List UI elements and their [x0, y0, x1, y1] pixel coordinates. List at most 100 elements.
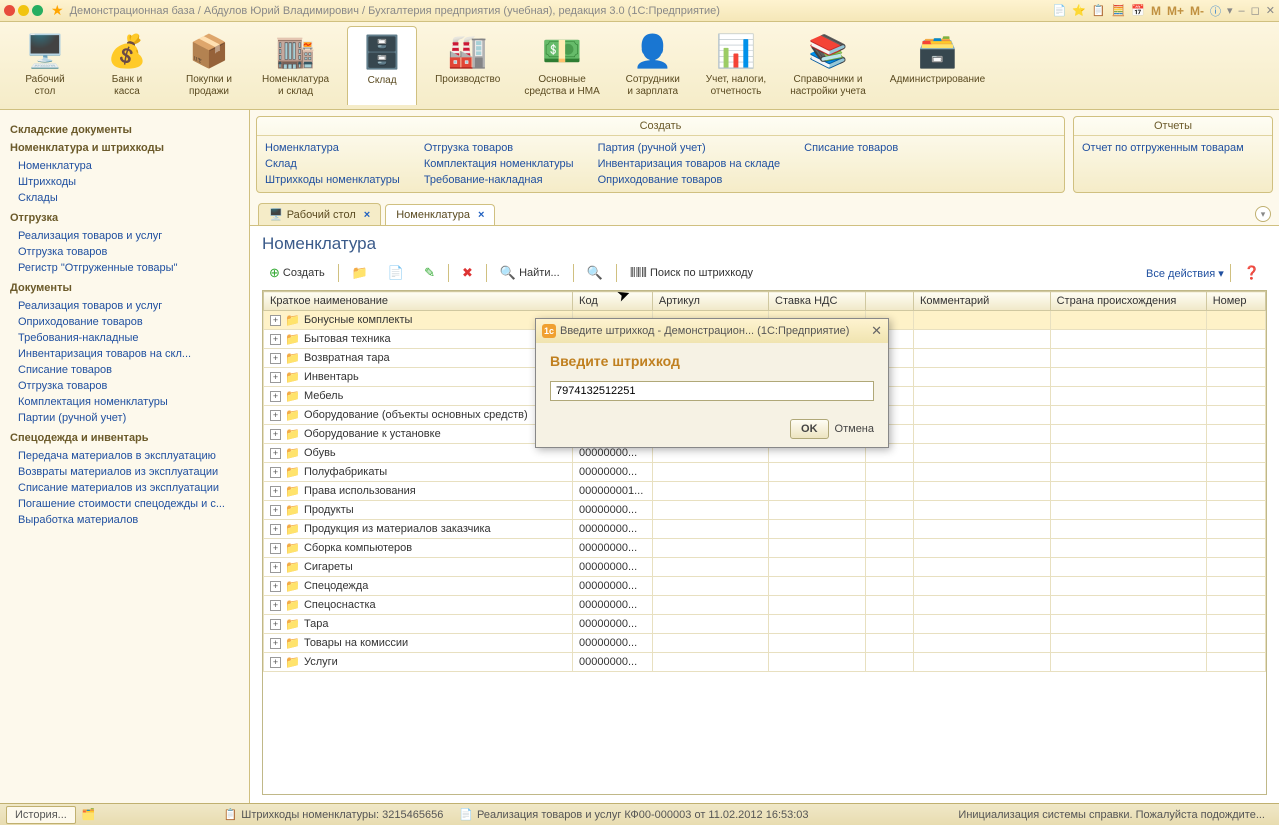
- toolbar-Учет, налоги,[interactable]: 📊Учет, налоги,отчетность: [700, 26, 772, 105]
- history-button[interactable]: История...: [6, 806, 76, 824]
- column-header[interactable]: Краткое наименование: [264, 292, 573, 311]
- table-row[interactable]: +📁Полуфабрикаты00000000...: [264, 463, 1266, 482]
- edit-button[interactable]: ✎: [417, 262, 442, 284]
- create-button[interactable]: ⊕Создать: [262, 262, 332, 284]
- copy-button[interactable]: 📄: [381, 262, 411, 284]
- delete-button[interactable]: ✖: [455, 262, 480, 284]
- sidebar-item[interactable]: Реализация товаров и услуг: [10, 228, 239, 244]
- mem-m[interactable]: M: [1151, 4, 1161, 18]
- expand-icon[interactable]: +: [270, 581, 281, 592]
- table-row[interactable]: +📁Сборка компьютеров00000000...: [264, 539, 1266, 558]
- toolbar-Основные[interactable]: 💵Основныесредства и НМА: [518, 26, 605, 105]
- table-row[interactable]: +📁Продукция из материалов заказчика00000…: [264, 520, 1266, 539]
- sidebar-group-title[interactable]: Номенклатура и штрихкоды: [10, 142, 239, 154]
- create-link[interactable]: Комплектация номенклатуры: [424, 156, 574, 172]
- tool-icon[interactable]: ⭐: [1072, 4, 1086, 17]
- expand-icon[interactable]: +: [270, 372, 281, 383]
- create-link[interactable]: Номенклатура: [265, 140, 400, 156]
- toolbar-Справочники и[interactable]: 📚Справочники инастройки учета: [784, 26, 872, 105]
- sidebar-item[interactable]: Выработка материалов: [10, 512, 239, 528]
- sidebar-item[interactable]: Регистр "Отгруженные товары": [10, 260, 239, 276]
- dialog-titlebar[interactable]: 1c Введите штрихкод - Демонстрацион... (…: [536, 319, 888, 343]
- table-row[interactable]: +📁Права использования000000001...: [264, 482, 1266, 501]
- barcode-search-button[interactable]: ⦀⦀⦀Поиск по штрихкоду: [623, 262, 760, 284]
- column-header[interactable]: Код: [573, 292, 653, 311]
- tab-close-icon[interactable]: ×: [478, 209, 484, 221]
- toolbar-Сотрудники[interactable]: 👤Сотрудникии зарплата: [618, 26, 688, 105]
- create-link[interactable]: Партия (ручной учет): [598, 140, 781, 156]
- expand-icon[interactable]: +: [270, 448, 281, 459]
- toolbar-Администрирование[interactable]: 🗃️Администрирование: [884, 26, 991, 105]
- expand-icon[interactable]: +: [270, 467, 281, 478]
- sidebar-item[interactable]: Отгрузка товаров: [10, 378, 239, 394]
- expand-icon[interactable]: +: [270, 315, 281, 326]
- create-link[interactable]: Отгрузка товаров: [424, 140, 574, 156]
- table-row[interactable]: +📁Тара00000000...: [264, 615, 1266, 634]
- table-row[interactable]: +📁Продукты00000000...: [264, 501, 1266, 520]
- toolbar-Банк и[interactable]: 💰Банк икасса: [92, 26, 162, 105]
- sidebar-group-title[interactable]: Отгрузка: [10, 212, 239, 224]
- help-button[interactable]: ❓: [1237, 262, 1267, 284]
- status-item[interactable]: 📄Реализация товаров и услуг КФ00-000003 …: [459, 808, 808, 821]
- toolbar-Рабочий[interactable]: 🖥️Рабочийстол: [10, 26, 80, 105]
- sidebar-item[interactable]: Штрихкоды: [10, 174, 239, 190]
- sidebar-item[interactable]: Номенклатура: [10, 158, 239, 174]
- expand-icon[interactable]: +: [270, 429, 281, 440]
- sidebar-group-title[interactable]: Складские документы: [10, 124, 239, 136]
- tab-close-icon[interactable]: ×: [364, 209, 370, 221]
- create-link[interactable]: Оприходование товаров: [598, 172, 781, 188]
- create-link[interactable]: Списание товаров: [804, 140, 898, 156]
- column-header[interactable]: Комментарий: [913, 292, 1050, 311]
- status-item[interactable]: 📋Штрихкоды номенклатуры: 3215465656: [224, 808, 444, 821]
- expand-icon[interactable]: +: [270, 543, 281, 554]
- report-link[interactable]: Отчет по отгруженным товарам: [1082, 140, 1244, 156]
- sidebar-item[interactable]: Отгрузка товаров: [10, 244, 239, 260]
- tabs-menu-icon[interactable]: ▾: [1255, 206, 1271, 222]
- table-row[interactable]: +📁Спецоснастка00000000...: [264, 596, 1266, 615]
- tab[interactable]: Номенклатура×: [385, 204, 495, 225]
- sidebar-item[interactable]: Списание товаров: [10, 362, 239, 378]
- sb-icon[interactable]: 🗂️: [82, 808, 96, 821]
- maximize-window-icon[interactable]: [32, 5, 43, 16]
- expand-icon[interactable]: +: [270, 505, 281, 516]
- cancel-button[interactable]: Отмена: [835, 423, 874, 435]
- calc-icon[interactable]: 🧮: [1112, 4, 1126, 17]
- sidebar-item[interactable]: Реализация товаров и услуг: [10, 298, 239, 314]
- expand-icon[interactable]: +: [270, 562, 281, 573]
- sidebar-item[interactable]: Оприходование товаров: [10, 314, 239, 330]
- maximize-icon[interactable]: ◻: [1251, 4, 1260, 17]
- column-header[interactable]: Ставка НДС: [769, 292, 866, 311]
- toolbar-Производство[interactable]: 🏭Производство: [429, 26, 506, 105]
- close-window-icon[interactable]: [4, 5, 15, 16]
- tool-icon[interactable]: 📄: [1052, 4, 1066, 17]
- sidebar-group-title[interactable]: Документы: [10, 282, 239, 294]
- toolbar-Склад[interactable]: 🗄️Склад: [347, 26, 417, 105]
- sidebar-item[interactable]: Передача материалов в эксплуатацию: [10, 448, 239, 464]
- create-link[interactable]: Штрихкоды номенклатуры: [265, 172, 400, 188]
- new-folder-button[interactable]: 📁: [345, 262, 375, 284]
- create-link[interactable]: Инвентаризация товаров на складе: [598, 156, 781, 172]
- minimize-window-icon[interactable]: [18, 5, 29, 16]
- expand-icon[interactable]: +: [270, 410, 281, 421]
- sidebar-item[interactable]: Требования-накладные: [10, 330, 239, 346]
- minimize-icon[interactable]: –: [1239, 5, 1245, 17]
- sidebar-item[interactable]: Погашение стоимости спецодежды и с...: [10, 496, 239, 512]
- table-row[interactable]: +📁Товары на комиссии00000000...: [264, 634, 1266, 653]
- tool-icon[interactable]: 📋: [1092, 4, 1106, 17]
- column-header[interactable]: Номер: [1206, 292, 1265, 311]
- expand-icon[interactable]: +: [270, 619, 281, 630]
- mem-mminus[interactable]: M-: [1190, 4, 1204, 18]
- expand-icon[interactable]: +: [270, 524, 281, 535]
- sidebar-item[interactable]: Комплектация номенклатуры: [10, 394, 239, 410]
- table-row[interactable]: +📁Услуги00000000...: [264, 653, 1266, 672]
- column-header[interactable]: Страна происхождения: [1050, 292, 1206, 311]
- calendar-icon[interactable]: 📅: [1131, 4, 1145, 17]
- mem-mplus[interactable]: M+: [1167, 4, 1184, 18]
- toolbar-Номенклатура[interactable]: 🏬Номенклатураи склад: [256, 26, 335, 105]
- sidebar-item[interactable]: Склады: [10, 190, 239, 206]
- sidebar-item[interactable]: Списание материалов из эксплуатации: [10, 480, 239, 496]
- ok-button[interactable]: OK: [790, 419, 829, 439]
- barcode-input[interactable]: [550, 381, 874, 401]
- expand-icon[interactable]: +: [270, 600, 281, 611]
- dialog-close-icon[interactable]: ✕: [871, 323, 882, 339]
